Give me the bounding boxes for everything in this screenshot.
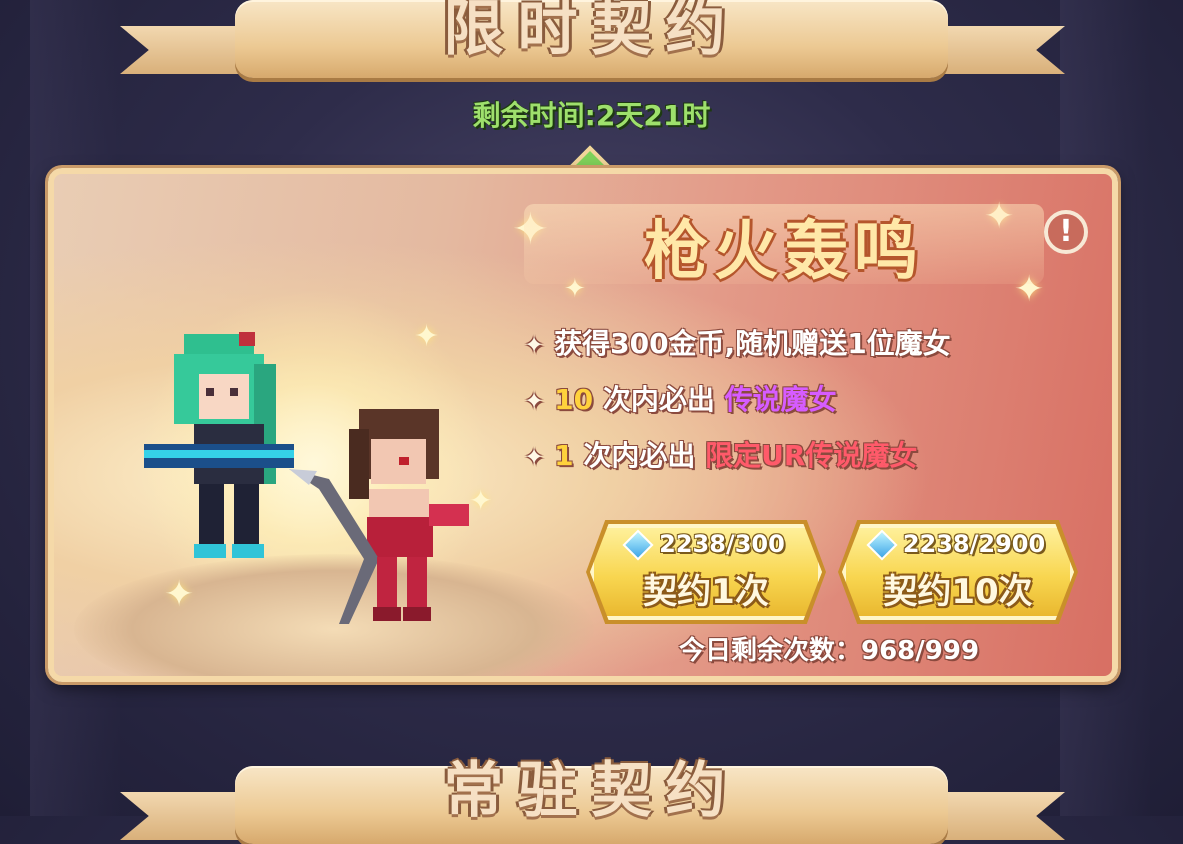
rule-3-text: 次内必出 xyxy=(573,439,706,472)
daily-remaining-count: 今日剩余次数：968/999 xyxy=(679,636,980,666)
brown-hair-spear-character xyxy=(289,409,469,624)
event-title: 枪火轰鸣 xyxy=(644,215,924,289)
contract-10-label: 契约10次 xyxy=(883,572,1033,612)
rule-1-text: 获得300金币,随机赠送1位魔女 xyxy=(554,327,951,360)
contract-10-cost-value: 2238/2900 xyxy=(902,530,1046,558)
event-card[interactable]: ✦ ✦ ✦ ✦ ✦ ✦ ✦ 枪火轰鸣 ! ✦获得300金币,随机赠送1位魔女 ✦… xyxy=(48,168,1118,682)
sparkle-icon: ✦ xyxy=(164,574,195,615)
contract-1-label: 契约1次 xyxy=(643,572,769,612)
rule-3-highlight: 限定UR传说魔女 xyxy=(705,439,918,472)
sparkle-icon: ✦ xyxy=(469,484,493,517)
contract-10-button[interactable]: 2238/2900 契约10次 xyxy=(842,524,1074,620)
limited-contract-banner: 限时契约 xyxy=(0,0,1183,86)
rule-2-text: 次内必出 xyxy=(593,383,725,416)
contract-10-cost: 2238/2900 xyxy=(842,529,1074,561)
contract-1-cost-value: 2238/300 xyxy=(659,530,785,558)
rule-2-count: 10 xyxy=(554,383,594,416)
diamond-icon xyxy=(866,529,898,561)
permanent-contract-banner: 常驻契约 xyxy=(0,740,1183,844)
info-button[interactable]: ! xyxy=(1044,210,1088,254)
contract-1-button[interactable]: 2238/300 契约1次 xyxy=(590,524,822,620)
rule-line-2: ✦ 10 次内必出 传说魔女 xyxy=(524,378,837,418)
contract-1-cost: 2238/300 xyxy=(590,529,822,561)
star-bullet-icon: ✦ xyxy=(524,331,545,359)
rule-line-3: ✦ 1 次内必出 限定UR传说魔女 xyxy=(524,434,917,474)
exclamation-icon: ! xyxy=(1059,214,1073,249)
rule-line-1: ✦ 获得300金币,随机赠送1位魔女 xyxy=(524,322,951,362)
remaining-time-label: 剩余时间:2天21时 xyxy=(472,99,711,132)
rule-3-count: 1 xyxy=(554,439,574,472)
star-bullet-icon: ✦ xyxy=(524,387,545,415)
limited-contract-title: 限时契约 xyxy=(443,0,740,64)
star-bullet-icon: ✦ xyxy=(524,443,545,471)
rule-2-highlight: 传说魔女 xyxy=(724,383,837,416)
diamond-icon xyxy=(622,529,654,561)
sparkle-icon: ✦ xyxy=(414,319,440,354)
